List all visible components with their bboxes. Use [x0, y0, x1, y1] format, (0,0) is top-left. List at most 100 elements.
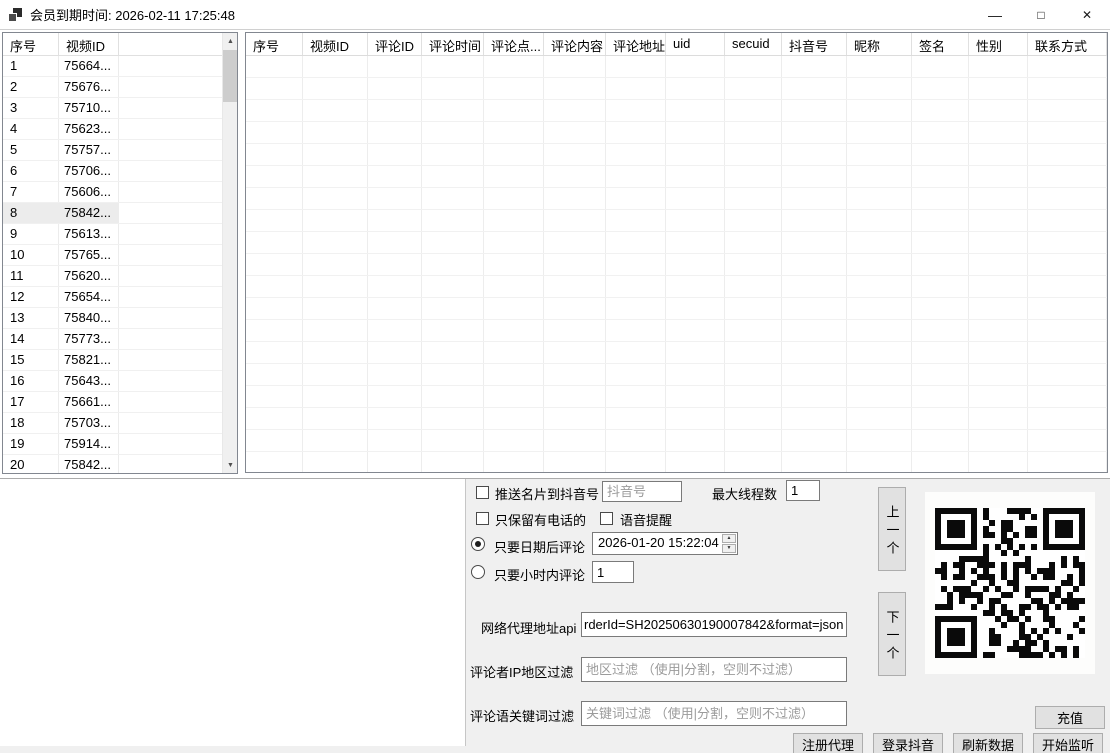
- max-threads-input[interactable]: [786, 480, 820, 501]
- list-item[interactable]: 1275654...: [3, 287, 222, 308]
- row-filler: [119, 413, 222, 433]
- column-header[interactable]: 评论点...: [484, 33, 544, 55]
- column-header[interactable]: secuid: [725, 33, 782, 55]
- after-date-radio[interactable]: [471, 537, 485, 551]
- row-video-id: 75765...: [59, 245, 119, 265]
- scroll-down-icon[interactable]: ▼: [223, 457, 238, 473]
- column-header[interactable]: uid: [666, 33, 725, 55]
- column-header[interactable]: 联系方式: [1028, 33, 1107, 55]
- row-index: 7: [3, 182, 59, 202]
- column-header[interactable]: 评论ID: [368, 33, 422, 55]
- table-row: [246, 254, 1107, 276]
- column-header[interactable]: 昵称: [847, 33, 912, 55]
- after-date-label: 只要日期后评论: [494, 537, 585, 556]
- previous-button[interactable]: 上一个: [878, 487, 906, 571]
- list-item[interactable]: 875842...: [3, 203, 222, 224]
- maximize-button[interactable]: □: [1018, 0, 1064, 30]
- list-item[interactable]: 1575821...: [3, 350, 222, 371]
- row-filler: [119, 98, 222, 118]
- row-filler: [119, 266, 222, 286]
- list-item[interactable]: 2075842...: [3, 455, 222, 473]
- close-button[interactable]: ✕: [1064, 0, 1110, 30]
- refresh-data-button[interactable]: 刷新数据: [953, 733, 1023, 753]
- table-row: [246, 276, 1107, 298]
- table-row: [246, 122, 1107, 144]
- login-douyin-button[interactable]: 登录抖音: [873, 733, 943, 753]
- douyin-id-input[interactable]: [602, 481, 682, 502]
- list-item[interactable]: 375710...: [3, 98, 222, 119]
- list-item[interactable]: 975613...: [3, 224, 222, 245]
- list-item[interactable]: 175664...: [3, 56, 222, 77]
- list-item[interactable]: 1375840...: [3, 308, 222, 329]
- row-video-id: 75676...: [59, 77, 119, 97]
- row-video-id: 75703...: [59, 413, 119, 433]
- table-row: [246, 342, 1107, 364]
- list-item[interactable]: 1075765...: [3, 245, 222, 266]
- start-listen-button[interactable]: 开始监听: [1033, 733, 1103, 753]
- row-video-id: 75840...: [59, 308, 119, 328]
- voice-alert-checkbox[interactable]: [600, 512, 613, 525]
- recharge-button[interactable]: 充值: [1035, 706, 1105, 729]
- table-row: [246, 452, 1107, 473]
- row-video-id: 75613...: [59, 224, 119, 244]
- row-index: 14: [3, 329, 59, 349]
- video-list-scrollbar[interactable]: ▲ ▼: [222, 33, 237, 473]
- list-item[interactable]: 1775661...: [3, 392, 222, 413]
- row-index: 19: [3, 434, 59, 454]
- spinner-up-icon[interactable]: ▲: [722, 534, 736, 543]
- proxy-api-label: 网络代理地址api: [481, 618, 576, 637]
- minimize-button[interactable]: —: [972, 0, 1018, 30]
- row-index: 1: [3, 56, 59, 76]
- next-button[interactable]: 下一个: [878, 592, 906, 676]
- column-header-index[interactable]: 序号: [3, 33, 59, 55]
- row-index: 10: [3, 245, 59, 265]
- push-card-checkbox[interactable]: [476, 486, 489, 499]
- list-item[interactable]: 575757...: [3, 140, 222, 161]
- ip-filter-label: 评论者IP地区过滤: [470, 662, 573, 681]
- column-header[interactable]: 评论地址: [606, 33, 666, 55]
- row-video-id: 75606...: [59, 182, 119, 202]
- row-index: 6: [3, 161, 59, 181]
- column-header[interactable]: 评论时间: [422, 33, 484, 55]
- row-filler: [119, 140, 222, 160]
- list-item[interactable]: 1675643...: [3, 371, 222, 392]
- register-agent-button[interactable]: 注册代理: [793, 733, 863, 753]
- scroll-up-icon[interactable]: ▲: [223, 33, 238, 49]
- list-item[interactable]: 475623...: [3, 119, 222, 140]
- row-filler: [119, 329, 222, 349]
- column-header[interactable]: 性别: [969, 33, 1028, 55]
- row-filler: [119, 203, 222, 223]
- table-row: [246, 144, 1107, 166]
- scrollbar-thumb[interactable]: [223, 50, 238, 102]
- column-header[interactable]: 签名: [912, 33, 969, 55]
- list-item[interactable]: 775606...: [3, 182, 222, 203]
- row-video-id: 75773...: [59, 329, 119, 349]
- after-date-datetime-input[interactable]: 2026-01-20 15:22:04 ▲ ▼: [592, 532, 738, 555]
- list-item[interactable]: 1875703...: [3, 413, 222, 434]
- column-header-video-id[interactable]: 视频ID: [59, 33, 119, 55]
- table-row: [246, 320, 1107, 342]
- within-hours-radio[interactable]: [471, 565, 485, 579]
- table-row: [246, 100, 1107, 122]
- spinner-down-icon[interactable]: ▼: [722, 544, 736, 553]
- list-item[interactable]: 1175620...: [3, 266, 222, 287]
- list-item[interactable]: 675706...: [3, 161, 222, 182]
- column-header[interactable]: 评论内容: [544, 33, 606, 55]
- list-item[interactable]: 1475773...: [3, 329, 222, 350]
- row-video-id: 75842...: [59, 455, 119, 473]
- column-header[interactable]: 抖音号: [782, 33, 847, 55]
- column-header[interactable]: 序号: [246, 33, 303, 55]
- list-item[interactable]: 1975914...: [3, 434, 222, 455]
- keyword-filter-input[interactable]: [581, 701, 847, 726]
- column-header[interactable]: 视频ID: [303, 33, 368, 55]
- proxy-api-input[interactable]: [581, 612, 847, 637]
- only-phone-checkbox[interactable]: [476, 512, 489, 525]
- table-row: [246, 56, 1107, 78]
- titlebar: 会员到期时间: 2026-02-11 17:25:48 — □ ✕: [0, 0, 1110, 30]
- table-row: [246, 188, 1107, 210]
- ip-filter-input[interactable]: [581, 657, 847, 682]
- list-item[interactable]: 275676...: [3, 77, 222, 98]
- within-hours-input[interactable]: [592, 561, 634, 583]
- within-hours-label: 只要小时内评论: [494, 565, 585, 584]
- row-index: 13: [3, 308, 59, 328]
